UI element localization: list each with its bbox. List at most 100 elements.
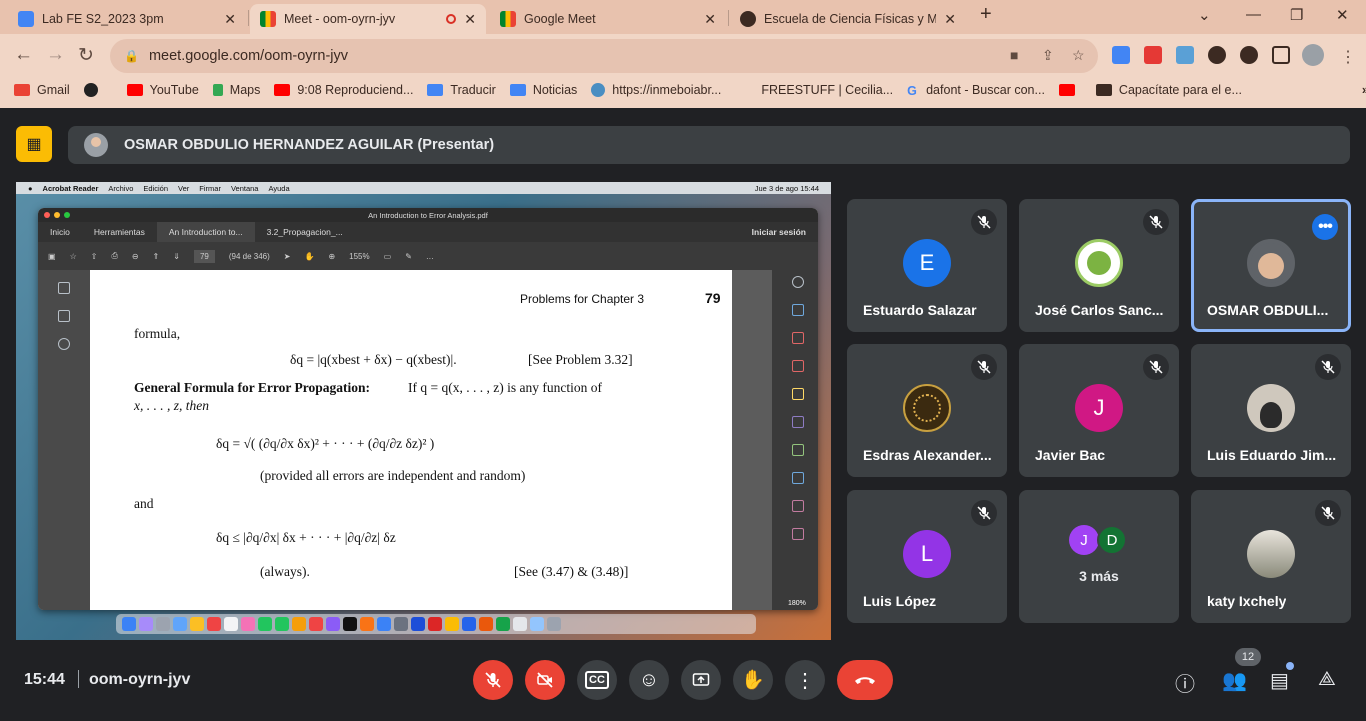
participant-tile-active[interactable]: ••• OSMAR OBDULI...: [1191, 199, 1351, 332]
zoom-select[interactable]: 155%: [349, 252, 369, 261]
tab-escuela[interactable]: Escuela de Ciencia Físicas y Mate ✕: [730, 4, 966, 34]
bookmark-globe[interactable]: [83, 83, 105, 97]
zoom-dot-icon[interactable]: [64, 212, 70, 218]
siri-icon[interactable]: [139, 617, 153, 631]
document-icon[interactable]: [513, 617, 527, 631]
bookmark-noticias[interactable]: Noticias: [509, 83, 577, 97]
reload-icon[interactable]: ↻: [78, 44, 94, 67]
tab-propagacion[interactable]: 3.2_Propagacion_...: [255, 227, 355, 237]
bookmark-freestuff[interactable]: FREESTUFF | Cecilia...: [761, 83, 893, 97]
appstore-icon[interactable]: [377, 617, 391, 631]
zoom-out-icon[interactable]: ⊖: [132, 252, 139, 261]
extension-icon[interactable]: [1176, 46, 1194, 64]
bookmark-capacitate[interactable]: Capacítate para el e...: [1095, 83, 1242, 97]
photos-icon[interactable]: [241, 617, 255, 631]
pages-icon[interactable]: [58, 282, 70, 294]
pdf-icon[interactable]: [792, 360, 804, 372]
books-icon[interactable]: [360, 617, 374, 631]
bookmark-dafont[interactable]: Gdafont - Buscar con...: [907, 83, 1045, 98]
comment-icon[interactable]: [792, 388, 804, 400]
minimize-button[interactable]: —: [1246, 6, 1261, 23]
tab-herramientas[interactable]: Herramientas: [82, 227, 157, 237]
bookmark-youtube[interactable]: YouTube: [126, 83, 199, 97]
safari-icon[interactable]: [173, 617, 187, 631]
bookmark-reproduciendo[interactable]: 9:08 Reproduciend...: [274, 83, 413, 97]
cursor-icon[interactable]: ➤: [284, 252, 291, 261]
tab-lab-fe[interactable]: Lab FE S2_2023 3pm ✕: [8, 4, 246, 34]
close-icon[interactable]: ✕: [224, 11, 236, 28]
more-bookmarks-icon[interactable]: »: [1362, 83, 1366, 97]
podcasts-icon[interactable]: [326, 617, 340, 631]
restore-button[interactable]: ❐: [1290, 6, 1303, 24]
tab-inicio[interactable]: Inicio: [38, 227, 82, 237]
page-down-icon[interactable]: ⇓: [173, 252, 180, 261]
forward-icon[interactable]: →: [46, 44, 65, 66]
settings-icon[interactable]: [394, 617, 408, 631]
keynote-icon[interactable]: [411, 617, 425, 631]
combine-icon[interactable]: [792, 416, 804, 428]
participant-tile[interactable]: E Estuardo Salazar: [847, 199, 1007, 332]
upload-icon[interactable]: ⇧: [91, 252, 98, 261]
finder-icon[interactable]: [122, 617, 136, 631]
mic-toggle-button[interactable]: [473, 660, 513, 700]
close-dot-icon[interactable]: [44, 212, 50, 218]
compress-icon[interactable]: [792, 444, 804, 456]
organize-icon[interactable]: [792, 332, 804, 344]
page-input[interactable]: 79: [193, 249, 215, 263]
bookmark-inmeboiabr[interactable]: https://inmeboiabr...: [591, 83, 721, 97]
sign-icon[interactable]: [792, 500, 804, 512]
bookmark-traducir[interactable]: Traducir: [427, 83, 496, 97]
participant-tile[interactable]: José Carlos Sanc...: [1019, 199, 1179, 332]
activities-icon[interactable]: ⟁: [1318, 668, 1336, 691]
stop-presenting-icon[interactable]: ▦: [16, 126, 52, 162]
trash-icon[interactable]: [547, 617, 561, 631]
acrobat-icon[interactable]: [428, 617, 442, 631]
profile-avatar[interactable]: [1302, 44, 1324, 66]
share-icon[interactable]: ⇪: [1042, 47, 1054, 64]
close-icon[interactable]: ✕: [464, 11, 476, 28]
excel-icon[interactable]: [496, 617, 510, 631]
star-icon[interactable]: ☆: [70, 252, 77, 261]
folder-icon[interactable]: [530, 617, 544, 631]
save-icon[interactable]: ▣: [48, 252, 56, 261]
print-icon[interactable]: ⎙: [111, 251, 117, 261]
bookmark-youtube-2[interactable]: [1058, 84, 1082, 96]
star-icon[interactable]: ☆: [1072, 47, 1085, 64]
side-panel-icon[interactable]: [1272, 46, 1290, 64]
address-bar[interactable]: 🔒 meet.google.com/oom-oyrn-jyv: [110, 39, 1098, 73]
tab-search-icon[interactable]: ⌄: [1198, 6, 1211, 24]
tab-meet-active[interactable]: Meet - oom-oyrn-jyv ✕: [250, 4, 486, 34]
more-icon[interactable]: …: [426, 252, 434, 261]
close-window-button[interactable]: ✕: [1336, 6, 1349, 24]
powerpoint-icon[interactable]: [479, 617, 493, 631]
puzzle-icon[interactable]: [1208, 46, 1226, 64]
tp-extension-icon[interactable]: [1144, 46, 1162, 64]
notes-icon[interactable]: [190, 617, 204, 631]
sign-in-button[interactable]: Iniciar sesión: [740, 227, 818, 237]
sync-icon[interactable]: [1240, 46, 1258, 64]
more-participants-tile[interactable]: J D 3 más: [1019, 490, 1179, 623]
leave-call-button[interactable]: [837, 660, 893, 700]
page-up-icon[interactable]: ⇑: [153, 252, 160, 261]
participant-tile[interactable]: L Luis López: [847, 490, 1007, 623]
calendar-icon[interactable]: [207, 617, 221, 631]
pages-app-icon[interactable]: [292, 617, 306, 631]
camera-toggle-button[interactable]: [525, 660, 565, 700]
participant-tile[interactable]: Luis Eduardo Jim...: [1191, 344, 1351, 477]
messages-icon[interactable]: [275, 617, 289, 631]
music-icon[interactable]: [309, 617, 323, 631]
tab-google-meet[interactable]: Google Meet ✕: [490, 4, 726, 34]
attachment-icon[interactable]: [58, 338, 70, 350]
tv-icon[interactable]: [343, 617, 357, 631]
tab-introduction[interactable]: An Introduction to...: [156, 222, 255, 242]
participant-tile[interactable]: katy Ixchely: [1191, 490, 1351, 623]
minimize-dot-icon[interactable]: [54, 212, 60, 218]
bookmark-icon[interactable]: [58, 310, 70, 322]
chat-icon[interactable]: ▤: [1270, 668, 1289, 693]
close-icon[interactable]: ✕: [704, 11, 716, 28]
launchpad-icon[interactable]: [156, 617, 170, 631]
zoom-in-icon[interactable]: ⊕: [328, 252, 335, 261]
word-icon[interactable]: [462, 617, 476, 631]
facetime-icon[interactable]: [258, 617, 272, 631]
bookmark-maps[interactable]: Maps: [212, 83, 260, 97]
